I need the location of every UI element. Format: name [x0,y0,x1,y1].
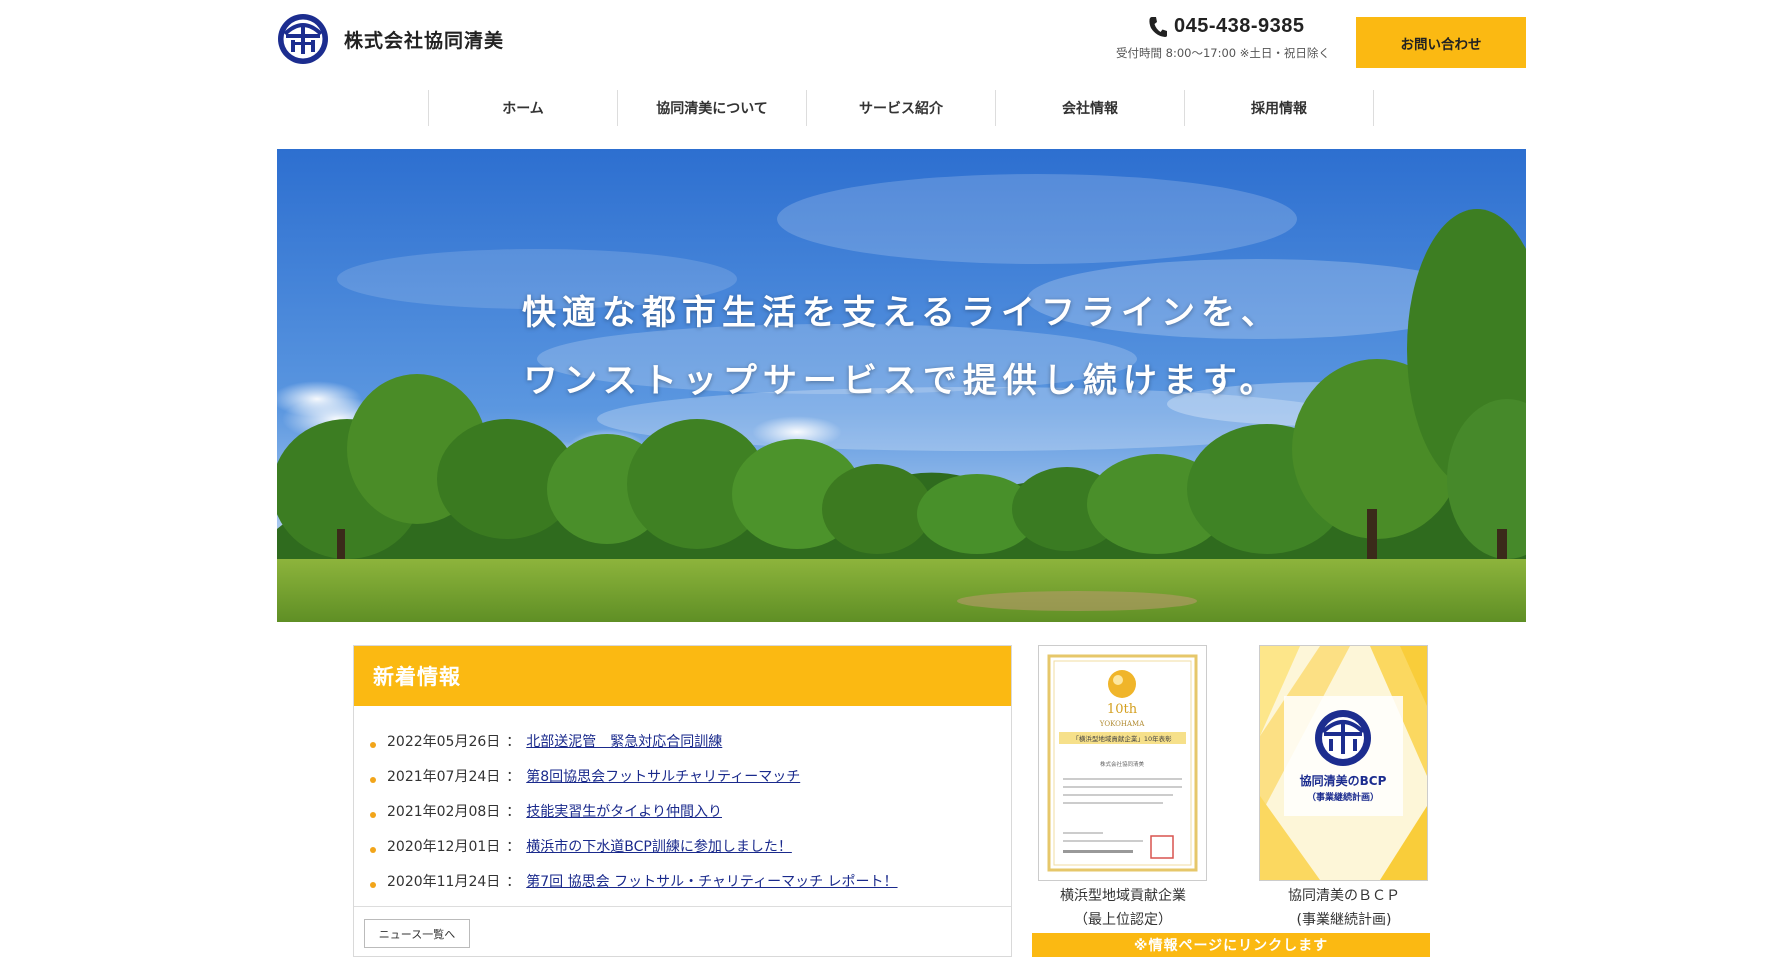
cert-city: YOKOHAMA [1099,720,1145,728]
news-footer: ニュース一覧へ [354,906,1011,948]
news-section: 新着情報 2022年05月26日 ： 北部送泥管 緊急対応合同訓練 2021年0… [353,645,1012,957]
nav-item-company[interactable]: 会社情報 [996,90,1185,126]
news-item: 2021年07月24日 ： 第8回協思会フットサルチャリティーマッチ [370,758,1011,793]
nav-item-home[interactable]: ホーム [429,90,618,126]
bcp-caption-line1: 協同清美のＢＣＰ [1288,888,1400,904]
bullet-icon [370,741,376,748]
bcp-card[interactable]: 協同清美のBCP （事業継続計画） [1259,645,1428,881]
news-item: 2021年02月08日 ： 技能実習生がタイより仲間入り [370,793,1011,828]
news-heading: 新着情報 [354,646,1011,706]
hero-line-1: 快適な都市生活を支えるライフラインを、 [522,293,1281,333]
company-name: 株式会社協同清美 [344,29,505,52]
news-date: 2020年12月01日 [387,838,501,855]
cert-company: 株式会社協同清美 [1100,760,1145,768]
news-link[interactable]: 第7回 協思会 フットサル・チャリティーマッチ レポート！ [526,871,897,891]
contact-button[interactable]: お問い合わせ [1356,17,1526,68]
kyodo-seibi-logo-icon [278,14,328,64]
news-separator: ： [506,803,521,820]
bcp-document-image: 協同清美のBCP （事業継続計画） [1260,646,1427,880]
news-list: 2022年05月26日 ： 北部送泥管 緊急対応合同訓練 2021年07月24日… [354,706,1011,898]
phone-contact[interactable]: 045-438-9385 [1148,15,1305,38]
bullet-icon [370,776,376,783]
news-separator: ： [506,733,521,750]
business-hours: 受付時間 8:00〜17:00 ※土日・祝日除く [1116,46,1330,60]
nav-item-recruit[interactable]: 採用情報 [1185,90,1374,126]
news-separator: ： [506,768,521,785]
bcp-caption-line2: (事業継続計画) [1296,912,1392,928]
certificate-caption: 横浜型地域貢献企業 （最上位認定） [1023,884,1223,932]
global-nav: ホーム 協同清美について サービス紹介 会社情報 採用情報 [428,90,1374,126]
nav-item-about[interactable]: 協同清美について [618,90,807,126]
bullet-icon [370,881,376,888]
news-date: 2020年11月24日 [387,873,501,890]
link-note: ※情報ページにリンクします [1032,933,1430,957]
news-item: 2020年12月01日 ： 横浜市の下水道BCP訓練に参加しました！ [370,828,1011,863]
phone-icon [1149,16,1167,37]
company-logo[interactable]: 株式会社協同清美 [276,12,504,66]
bcp-cover-title: 協同清美のBCP [1300,773,1387,788]
news-list-button[interactable]: ニュース一覧へ [364,919,470,948]
bullet-icon [370,846,376,853]
certificate-caption-line1: 横浜型地域貢献企業 [1060,888,1186,904]
hero-banner: 快適な都市生活を支えるライフラインを、 ワンストップサービスで提供し続けます。 [277,149,1526,622]
news-link[interactable]: 横浜市の下水道BCP訓練に参加しました！ [526,836,792,856]
cert-banner: 「横浜型地域貢献企業」10年表彰 [1072,734,1172,743]
news-date: 2021年07月24日 [387,768,501,785]
news-link[interactable]: 技能実習生がタイより仲間入り [526,801,722,821]
yokohama-certificate-image: 10th YOKOHAMA 「横浜型地域貢献企業」10年表彰 株式会社協同清美 [1039,646,1206,880]
certificate-card[interactable]: 10th YOKOHAMA 「横浜型地域貢献企業」10年表彰 株式会社協同清美 [1038,645,1207,881]
phone-number: 045-438-9385 [1174,15,1305,37]
news-separator: ： [506,873,521,890]
news-separator: ： [506,838,521,855]
cert-badge: 10th [1107,702,1138,717]
news-link[interactable]: 北部送泥管 緊急対応合同訓練 [526,731,722,751]
nav-item-services[interactable]: サービス紹介 [807,90,996,126]
news-date: 2021年02月08日 [387,803,501,820]
news-date: 2022年05月26日 [387,733,501,750]
bcp-cover-subtitle: （事業継続計画） [1307,791,1379,803]
news-link[interactable]: 第8回協思会フットサルチャリティーマッチ [526,766,800,786]
bcp-caption: 協同清美のＢＣＰ (事業継続計画) [1244,884,1444,932]
news-item: 2022年05月26日 ： 北部送泥管 緊急対応合同訓練 [370,723,1011,758]
bullet-icon [370,811,376,818]
hero-line-2: ワンストップサービスで提供し続けます。 [523,361,1280,401]
hero-catchcopy: 快適な都市生活を支えるライフラインを、 ワンストップサービスで提供し続けます。 [277,279,1526,415]
certificate-caption-line2: （最上位認定） [1074,912,1172,928]
news-item: 2020年11月24日 ： 第7回 協思会 フットサル・チャリティーマッチ レポ… [370,863,1011,898]
